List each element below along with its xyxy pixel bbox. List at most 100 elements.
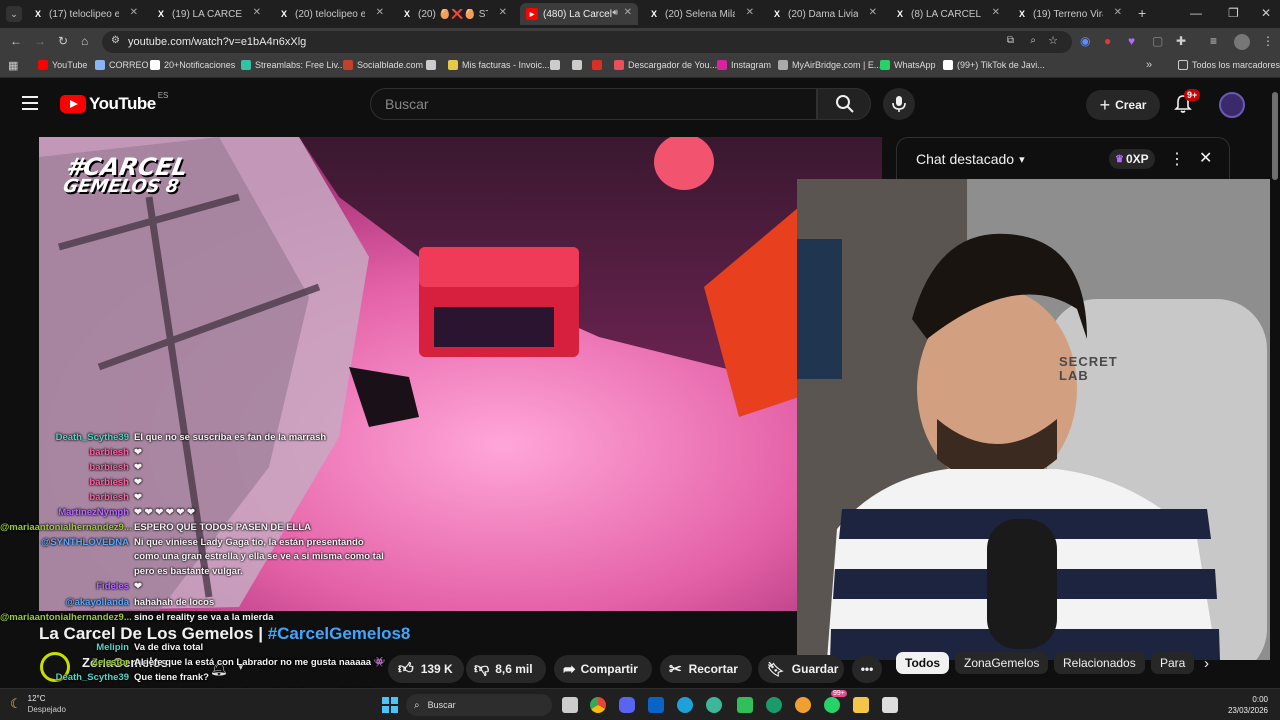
save-button[interactable]: 🔖︎ Guardar <box>758 655 844 683</box>
site-info-icon[interactable]: ⚙ <box>111 35 120 46</box>
close-icon[interactable]: ✕ <box>1199 148 1212 168</box>
more-actions-button[interactable]: ••• <box>852 655 882 683</box>
notifications-button[interactable]: 9+ <box>1174 89 1201 114</box>
chip-channel[interactable]: ZonaGemelos <box>955 652 1049 674</box>
close-tab-icon[interactable]: ✕ <box>869 7 877 18</box>
edge-icon[interactable] <box>677 697 693 713</box>
all-bookmarks[interactable]: Todos los marcadores <box>1178 60 1280 70</box>
bookmark-item[interactable]: Streamlabs: Free Liv... <box>241 60 345 70</box>
bookmark-item[interactable] <box>592 60 606 70</box>
close-tab-icon[interactable]: ✕ <box>130 7 138 18</box>
menu-kebab-icon[interactable]: ⋮ <box>1262 34 1274 48</box>
create-button[interactable]: + Crear <box>1086 90 1160 120</box>
extension-icon[interactable]: ♥ <box>1128 34 1135 48</box>
bookmark-item[interactable] <box>426 60 440 70</box>
whatsapp-icon[interactable]: 99+ <box>824 690 847 713</box>
bookmark-item[interactable]: Descargador de You... <box>614 60 717 70</box>
extensions-puzzle-icon[interactable]: ✚ <box>1176 34 1186 48</box>
page-scrollbar-thumb[interactable] <box>1272 92 1278 180</box>
apps-grid-icon[interactable]: ▦ <box>8 59 18 72</box>
back-icon[interactable]: ← <box>10 34 22 48</box>
clip-button[interactable]: ✂ Recortar <box>660 655 752 683</box>
browser-tab[interactable]: X(19) LA CARCEL DE LO✕ <box>149 3 267 25</box>
app-icon[interactable] <box>737 697 753 713</box>
reload-icon[interactable]: ↻ <box>58 34 68 48</box>
bookmark-item[interactable]: Instagram <box>717 60 771 70</box>
app-icon[interactable] <box>706 697 722 713</box>
close-tab-icon[interactable]: ✕ <box>1114 7 1122 18</box>
new-tab-button[interactable]: + <box>1138 5 1146 21</box>
browser-tab[interactable]: X(17) teloclipeo en X✕ <box>26 3 144 25</box>
home-icon[interactable]: ⌂ <box>81 34 88 48</box>
browser-tab[interactable]: X(20) teloclipeo en X✕ <box>272 3 390 25</box>
bookmark-item[interactable] <box>572 60 586 70</box>
chip-for-you[interactable]: Para <box>1151 652 1195 674</box>
browser-tab[interactable]: X(20) Dama Livia en X✕ <box>765 3 883 25</box>
bookmark-item[interactable]: MyAirBridge.com | E... <box>778 60 881 70</box>
browser-tab[interactable]: X(19) Terreno Viral en✕ <box>1010 3 1128 25</box>
bookmark-item[interactable]: Mis facturas - Invoic... <box>448 60 550 70</box>
app-icon[interactable] <box>795 697 811 713</box>
hashtag-link[interactable]: #CarcelGemelos8 <box>268 624 411 643</box>
chat-mode-selector[interactable]: Chat destacado ▾ <box>916 151 1025 167</box>
bookmark-item[interactable] <box>550 60 564 70</box>
address-bar[interactable]: ⚙ youtube.com/watch?v=e1bA4n6xXlg ⧉ ⌕ ☆ <box>102 31 1072 53</box>
maximize-button[interactable]: ❐ <box>1228 6 1239 20</box>
more-bookmarks-icon[interactable]: » <box>1146 59 1152 71</box>
search-button[interactable] <box>817 88 871 120</box>
folder-icon[interactable] <box>853 697 869 713</box>
bookmark-item[interactable]: (99+) TikTok de Javi... <box>943 60 1045 70</box>
voice-search-button[interactable] <box>883 88 915 120</box>
bookmark-item[interactable]: 20+Notificaciones <box>150 60 235 70</box>
close-tab-icon[interactable]: ✕ <box>624 7 632 18</box>
close-tab-icon[interactable]: ✕ <box>499 7 507 18</box>
hamburger-menu-icon[interactable] <box>22 96 38 110</box>
chip-related[interactable]: Relacionados <box>1054 652 1145 674</box>
browser-tab[interactable]: X(20) Selena Milan 🐱✕ <box>642 3 760 25</box>
extension-icon[interactable]: ▢ <box>1152 34 1163 48</box>
clock[interactable]: 0:00 23/03/2026 <box>1220 694 1268 716</box>
mail-icon[interactable] <box>648 697 664 713</box>
browser-tab[interactable]: ▶(480) La Carcel De🔊︎✕ <box>520 3 638 25</box>
bookmark-item[interactable]: WhatsApp <box>880 60 936 70</box>
close-tab-icon[interactable]: ✕ <box>376 7 384 18</box>
bookmark-item[interactable]: YouTube <box>38 60 87 70</box>
discord-icon[interactable] <box>619 697 635 713</box>
speaker-icon[interactable]: 🔊︎ <box>612 7 618 18</box>
bookmark-item[interactable]: CORREO <box>95 60 149 70</box>
chrome-icon[interactable] <box>590 697 606 713</box>
points-badge[interactable]: ♛ 0XP <box>1109 149 1155 169</box>
extension-icon[interactable]: ◉ <box>1080 34 1090 48</box>
app-icon[interactable] <box>766 697 782 713</box>
start-button[interactable] <box>382 697 398 713</box>
extension-icon[interactable]: ● <box>1104 34 1111 48</box>
close-tab-icon[interactable]: ✕ <box>992 7 1000 18</box>
forward-icon[interactable]: → <box>34 34 46 48</box>
account-avatar[interactable] <box>1219 92 1245 118</box>
youtube-logo[interactable]: YouTube ES <box>60 91 168 114</box>
bookmark-star-icon[interactable]: ☆ <box>1048 34 1058 47</box>
install-icon[interactable]: ⧉ <box>1007 35 1014 46</box>
close-window-button[interactable]: ✕ <box>1261 6 1271 20</box>
chevron-right-icon[interactable]: › <box>1204 655 1209 672</box>
weather-widget[interactable]: ☾ 12°C Despejado <box>10 693 66 715</box>
taskbar-search[interactable]: ⌕ Buscar <box>406 694 552 716</box>
profile-avatar[interactable] <box>1234 34 1250 50</box>
close-tab-icon[interactable]: ✕ <box>746 7 754 18</box>
dislike-button[interactable]: 👎︎ 8,6 mil <box>466 655 546 683</box>
like-button[interactable]: 👍︎ 139 K <box>388 655 464 683</box>
browser-tab[interactable]: X(20) 🥚❌🥚 STRONG✕ <box>395 3 513 25</box>
app-icon[interactable] <box>882 697 898 713</box>
share-button[interactable]: ➦ Compartir <box>554 655 652 683</box>
minimize-button[interactable]: — <box>1190 6 1202 20</box>
browser-tab[interactable]: X(8) LA CARCEL DE LO✕ <box>888 3 1006 25</box>
chip-all[interactable]: Todos <box>896 652 950 674</box>
close-tab-icon[interactable]: ✕ <box>253 7 261 18</box>
bookmark-item[interactable]: Socialblade.com <box>343 60 423 70</box>
more-options-icon[interactable]: ⋮ <box>1169 149 1185 169</box>
tab-list-icon[interactable]: ≡ <box>1210 34 1217 48</box>
search-input[interactable]: Buscar <box>370 88 817 120</box>
task-view-icon[interactable] <box>562 697 578 713</box>
zoom-icon[interactable]: ⌕ <box>1030 35 1036 46</box>
tab-search-button[interactable]: ⌄ <box>6 6 22 22</box>
